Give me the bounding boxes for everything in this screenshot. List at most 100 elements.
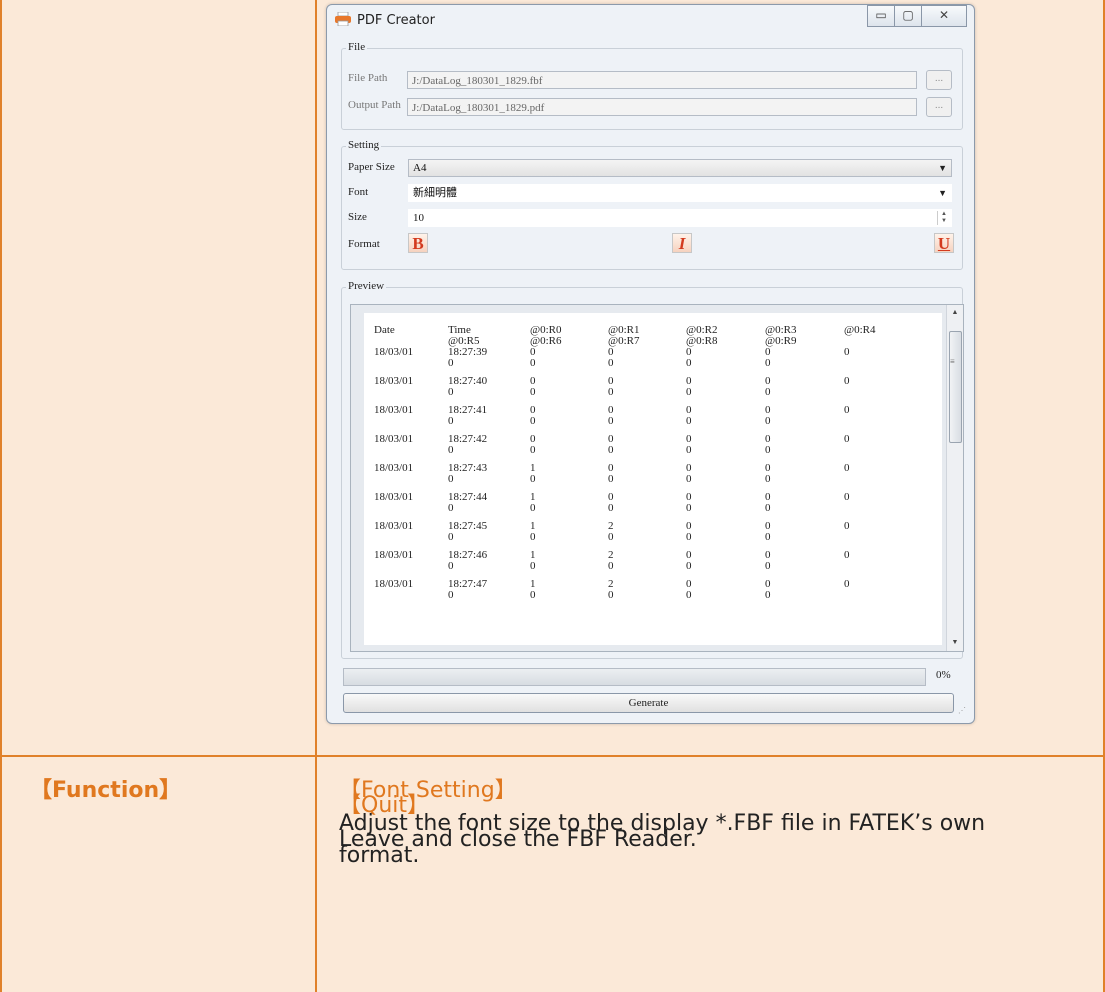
size-label: Size bbox=[348, 211, 367, 223]
preview-value-cell: 0 bbox=[686, 444, 692, 456]
preview-area[interactable]: Date Time @0:R0 @0:R1 @0:R2 @0:R3 @0:R4 @0:R5 @0… bbox=[350, 304, 964, 652]
preview-value-cell: 0 bbox=[608, 473, 614, 485]
paper-size-value: A4 bbox=[413, 162, 427, 174]
file-path-field[interactable]: J:/DataLog_180301_1829.fbf bbox=[407, 71, 917, 89]
preview-value-cell: 0 bbox=[448, 531, 454, 543]
table-border-middle bbox=[315, 0, 317, 992]
preview-value-cell: 0 bbox=[608, 560, 614, 572]
preview-value-cell: 0 bbox=[765, 415, 771, 427]
preview-scrollbar[interactable]: ▲ ≡ ▼ bbox=[946, 305, 963, 651]
preview-header-cell: Date bbox=[374, 324, 395, 336]
preview-group: Preview Date Time @0:R0 @0:R1 @0:R2 @0:R3 @0:R… bbox=[341, 280, 964, 659]
maximize-button[interactable]: ▢ bbox=[894, 5, 922, 27]
preview-value-cell: 0 bbox=[530, 357, 536, 369]
preview-group-label: Preview bbox=[346, 280, 387, 292]
preview-value-cell: 0 bbox=[765, 502, 771, 514]
preview-value-cell: 0 bbox=[448, 502, 454, 514]
preview-page: Date Time @0:R0 @0:R1 @0:R2 @0:R3 @0:R4 @0:R5 @0… bbox=[364, 313, 942, 645]
underline-button[interactable]: U bbox=[934, 233, 954, 253]
font-select[interactable]: 新細明體 ▼ bbox=[408, 184, 952, 202]
preview-value-cell: 0 bbox=[686, 502, 692, 514]
scroll-down-icon[interactable]: ▼ bbox=[947, 635, 963, 651]
preview-value-cell: 0 bbox=[844, 462, 850, 474]
preview-value-cell: 0 bbox=[530, 444, 536, 456]
preview-value-cell: 0 bbox=[765, 589, 771, 601]
preview-value-cell: 0 bbox=[765, 560, 771, 572]
preview-date-cell: 18/03/01 bbox=[374, 404, 414, 416]
paper-size-select[interactable]: A4 ▼ bbox=[408, 159, 952, 177]
size-value: 10 bbox=[413, 212, 424, 224]
preview-value-cell: 0 bbox=[844, 346, 850, 358]
bold-button[interactable]: B bbox=[408, 233, 428, 253]
table-border-row bbox=[0, 755, 1105, 757]
resize-grip-icon[interactable]: ⋰ bbox=[958, 706, 966, 715]
maximize-icon: ▢ bbox=[902, 8, 914, 22]
font-setting-description-line2: format. bbox=[339, 843, 420, 868]
chevron-down-icon: ▼ bbox=[938, 188, 947, 198]
font-setting-heading: 【Font Setting】 bbox=[339, 778, 517, 803]
scroll-thumb[interactable] bbox=[949, 331, 962, 443]
window-client-area: File File Path J:/DataLog_180301_1829.fb… bbox=[333, 35, 968, 717]
preview-value-cell: 0 bbox=[530, 386, 536, 398]
paper-size-label: Paper Size bbox=[348, 161, 395, 173]
minimize-icon: ▭ bbox=[875, 8, 887, 22]
preview-value-cell: 0 bbox=[844, 491, 850, 503]
preview-value-cell: 0 bbox=[844, 404, 850, 416]
setting-group-label: Setting bbox=[346, 139, 382, 151]
function-label: 【Function】 bbox=[30, 778, 182, 803]
preview-value-cell: 0 bbox=[608, 444, 614, 456]
preview-value-cell: 0 bbox=[765, 357, 771, 369]
generate-button[interactable]: Generate bbox=[343, 693, 954, 713]
output-path-browse-button[interactable]: ... bbox=[926, 97, 952, 117]
scroll-up-icon[interactable]: ▲ bbox=[947, 305, 963, 321]
size-stepper[interactable]: 10 ▲ ▼ bbox=[408, 209, 952, 227]
preview-value-cell: 0 bbox=[844, 520, 850, 532]
preview-date-cell: 18/03/01 bbox=[374, 520, 414, 532]
preview-value-cell: 0 bbox=[608, 502, 614, 514]
scroll-grip-icon: ≡ bbox=[950, 357, 955, 366]
preview-value-cell: 0 bbox=[765, 473, 771, 485]
preview-value-cell: 0 bbox=[530, 560, 536, 572]
preview-value-cell: 0 bbox=[765, 531, 771, 543]
progress-label: 0% bbox=[936, 669, 951, 681]
font-value: 新細明體 bbox=[413, 186, 457, 199]
preview-value-cell: 0 bbox=[844, 433, 850, 445]
file-group: File File Path J:/DataLog_180301_1829.fb… bbox=[341, 41, 963, 130]
italic-button[interactable]: I bbox=[672, 233, 692, 253]
close-icon: ✕ bbox=[938, 8, 950, 22]
preview-header-cell: @0:R4 bbox=[844, 324, 876, 336]
preview-value-cell: 0 bbox=[448, 415, 454, 427]
setting-group: Setting Paper Size A4 ▼ Font 新細明體 ▼ Size… bbox=[341, 139, 963, 270]
title-bar[interactable]: PDF Creator ▭ ▢ ✕ bbox=[327, 5, 974, 35]
preview-value-cell: 0 bbox=[608, 415, 614, 427]
font-label: Font bbox=[348, 186, 369, 198]
preview-value-cell: 0 bbox=[686, 357, 692, 369]
preview-value-cell: 0 bbox=[686, 531, 692, 543]
table-border-left bbox=[0, 0, 2, 992]
chevron-down-icon: ▼ bbox=[938, 163, 947, 173]
preview-value-cell: 0 bbox=[530, 589, 536, 601]
preview-value-cell: 0 bbox=[686, 415, 692, 427]
preview-value-cell: 0 bbox=[844, 578, 850, 590]
preview-value-cell: 0 bbox=[448, 473, 454, 485]
preview-value-cell: 0 bbox=[530, 502, 536, 514]
file-group-label: File bbox=[346, 41, 368, 53]
output-path-field[interactable]: J:/DataLog_180301_1829.pdf bbox=[407, 98, 917, 116]
preview-value-cell: 0 bbox=[608, 386, 614, 398]
pdf-creator-window: PDF Creator ▭ ▢ ✕ File File Path J:/Data… bbox=[326, 4, 975, 724]
preview-date-cell: 18/03/01 bbox=[374, 462, 414, 474]
preview-value-cell: 0 bbox=[686, 473, 692, 485]
preview-value-cell: 0 bbox=[765, 444, 771, 456]
file-path-label: File Path bbox=[348, 72, 388, 84]
format-label: Format bbox=[348, 238, 380, 250]
preview-value-cell: 0 bbox=[765, 386, 771, 398]
preview-date-cell: 18/03/01 bbox=[374, 375, 414, 387]
close-button[interactable]: ✕ bbox=[921, 5, 967, 27]
file-path-browse-button[interactable]: ... bbox=[926, 70, 952, 90]
font-setting-description-line1: Adjust the font size to the display *.FB… bbox=[339, 811, 986, 836]
preview-value-cell: 0 bbox=[530, 415, 536, 427]
minimize-button[interactable]: ▭ bbox=[867, 5, 895, 27]
preview-value-cell: 0 bbox=[608, 531, 614, 543]
spinner-arrows-icon[interactable]: ▲ ▼ bbox=[937, 211, 950, 225]
output-path-label: Output Path bbox=[348, 99, 401, 111]
